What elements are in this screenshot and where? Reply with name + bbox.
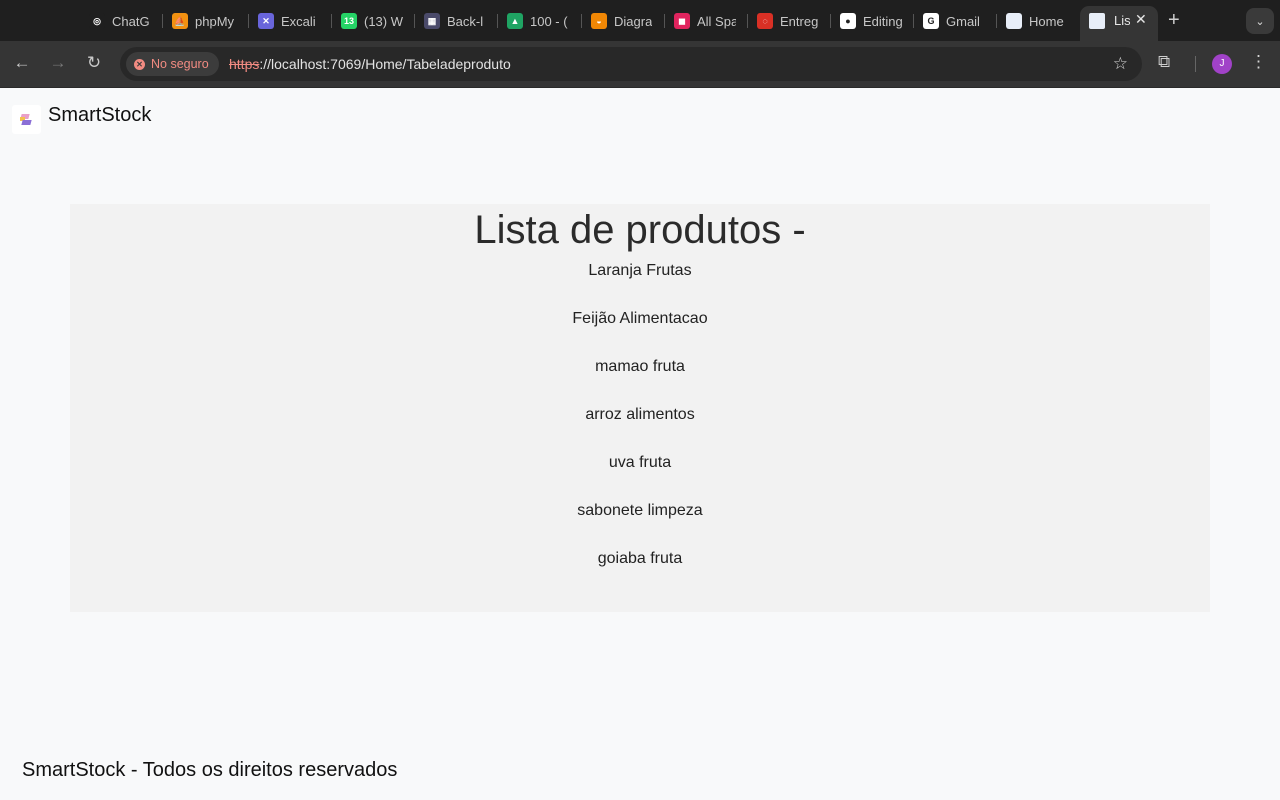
url-text[interactable]: https://localhost:7069/Home/Tabeladeprod… bbox=[229, 56, 511, 72]
product-item: sabonete limpeza bbox=[577, 502, 703, 519]
tab-title: Editing bbox=[863, 13, 902, 29]
board-icon: ▦ bbox=[424, 13, 440, 29]
tab-title: (13) W bbox=[364, 13, 403, 29]
product-item: arroz alimentos bbox=[585, 406, 695, 423]
tab-3[interactable]: ✕ Excali bbox=[258, 8, 320, 34]
brand-name[interactable]: SmartStock bbox=[48, 104, 151, 127]
footer-text: SmartStock - Todos os direitos reservado… bbox=[22, 759, 398, 781]
tab-title: Lis bbox=[1114, 13, 1130, 28]
phpmyadmin-icon: ⛵ bbox=[172, 13, 188, 29]
tab-7[interactable]: ◒ Diagra bbox=[591, 8, 653, 34]
product-item: uva fruta bbox=[608, 454, 672, 471]
tab-4[interactable]: 13 (13) W bbox=[341, 8, 403, 34]
product-item: goiaba fruta bbox=[597, 550, 683, 567]
tab-title: 100 - ( bbox=[530, 13, 568, 29]
close-tab-icon[interactable]: ✕ bbox=[1135, 11, 1147, 28]
tab-5[interactable]: ▦ Back-l bbox=[424, 8, 486, 34]
arrow-right-icon: → bbox=[49, 53, 67, 72]
product-item: mamao fruta bbox=[595, 358, 685, 375]
tab-title: Entreg bbox=[780, 13, 819, 29]
tab-separator bbox=[162, 14, 163, 28]
security-chip[interactable]: ✕ No seguro bbox=[126, 52, 219, 76]
menu-kebab-icon[interactable]: ⋮ bbox=[1250, 52, 1267, 72]
tab-title: Gmail bbox=[946, 13, 980, 29]
tab-active[interactable]: Lis ✕ bbox=[1080, 6, 1158, 41]
page-icon bbox=[1006, 13, 1022, 29]
page-icon bbox=[1089, 13, 1105, 29]
product-list-panel: Lista de produtos - Laranja Frutas Feijão… bbox=[70, 204, 1210, 612]
tab-title: phpMy bbox=[195, 13, 235, 29]
tab-9[interactable]: ◌ Entreg bbox=[757, 8, 819, 34]
tab-search-button[interactable]: ⌄ bbox=[1246, 8, 1274, 34]
security-label: No seguro bbox=[151, 57, 209, 71]
excalidraw-icon: ✕ bbox=[258, 13, 274, 29]
reload-icon: ↻ bbox=[86, 53, 102, 72]
tab-separator bbox=[414, 14, 415, 28]
tab-2[interactable]: ⛵ phpMy bbox=[172, 8, 235, 34]
loading-ring-icon: ◌ bbox=[757, 13, 773, 29]
github-icon: ● bbox=[840, 13, 856, 29]
tab-title: Home bbox=[1029, 13, 1064, 29]
product-item: Feijão Alimentacao bbox=[572, 310, 708, 327]
url-scheme: https bbox=[229, 56, 260, 72]
tab-separator bbox=[830, 14, 831, 28]
url-path: ://localhost:7069/Home/Tabeladeproduto bbox=[259, 56, 511, 72]
product-item: Laranja Frutas bbox=[588, 262, 692, 279]
bookmark-icon: ◼ bbox=[674, 13, 690, 29]
tab-title: ChatG bbox=[112, 13, 150, 29]
tab-separator bbox=[581, 14, 582, 28]
page-title: Lista de produtos - bbox=[474, 208, 806, 252]
reload-button[interactable]: ↻ bbox=[83, 52, 105, 74]
arrow-left-icon: ← bbox=[13, 53, 31, 72]
forward-button[interactable]: → bbox=[47, 52, 69, 74]
tab-title: Back-l bbox=[447, 13, 484, 29]
tab-separator bbox=[664, 14, 665, 28]
browser-toolbar: ← → ↻ ✕ No seguro https://localhost:7069… bbox=[0, 41, 1280, 88]
tab-strip: ◎ ChatG ⛵ phpMy ✕ Excali 13 (13) W ▦ Back-l ▲ 100 -… bbox=[0, 0, 1280, 41]
profile-avatar[interactable]: J bbox=[1212, 54, 1232, 74]
tab-separator bbox=[248, 14, 249, 28]
google-drive-icon: ▲ bbox=[507, 13, 523, 29]
diagrams-icon: ◒ bbox=[591, 13, 607, 29]
tab-separator bbox=[331, 14, 332, 28]
tab-separator bbox=[497, 14, 498, 28]
extensions-icon[interactable]: ⧉ bbox=[1158, 52, 1170, 72]
tab-12[interactable]: Home bbox=[1006, 8, 1068, 34]
brand-logo[interactable] bbox=[12, 105, 41, 134]
google-icon: G bbox=[923, 13, 939, 29]
tab-6[interactable]: ▲ 100 - ( bbox=[507, 8, 569, 34]
whatsapp-icon: 13 bbox=[341, 13, 357, 29]
tab-separator bbox=[996, 14, 997, 28]
tab-separator bbox=[913, 14, 914, 28]
chatgpt-icon: ◎ bbox=[89, 13, 105, 29]
new-tab-button[interactable]: + bbox=[1168, 9, 1180, 31]
tab-1[interactable]: ◎ ChatG bbox=[89, 8, 151, 34]
tab-separator bbox=[747, 14, 748, 28]
tab-title: Diagra bbox=[614, 13, 653, 29]
tab-title: All Spa bbox=[697, 13, 736, 29]
back-button[interactable]: ← bbox=[11, 52, 33, 74]
tab-10[interactable]: ● Editing bbox=[840, 8, 902, 34]
toolbar-divider bbox=[1195, 56, 1196, 72]
tab-title: Excali bbox=[281, 13, 316, 29]
error-icon: ✕ bbox=[134, 58, 145, 70]
chevron-down-icon: ⌄ bbox=[1255, 15, 1265, 28]
bookmark-star-icon[interactable]: ☆ bbox=[1113, 54, 1128, 74]
tab-8[interactable]: ◼ All Spa bbox=[674, 8, 736, 34]
address-bar[interactable]: ✕ No seguro https://localhost:7069/Home/… bbox=[120, 47, 1142, 81]
tab-11[interactable]: G Gmail bbox=[923, 8, 985, 34]
